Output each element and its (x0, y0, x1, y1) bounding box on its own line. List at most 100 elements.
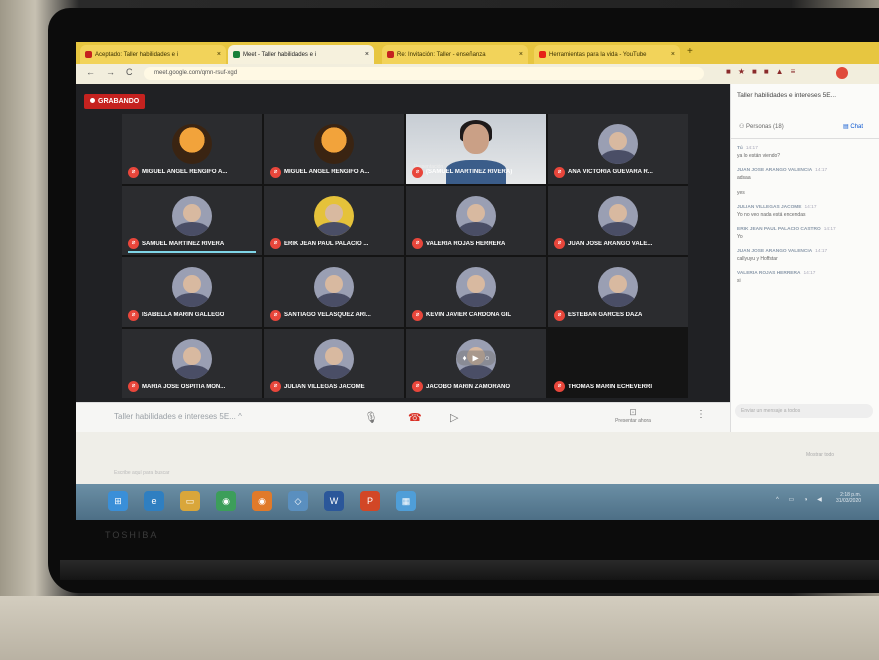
forward-button[interactable]: → (106, 67, 115, 77)
participant-tile[interactable]: ⌀ VALERIA ROJAS HERRERA (406, 185, 546, 255)
participant-avatar (172, 267, 212, 307)
remove-icon[interactable]: ○ (485, 353, 490, 362)
desk-surface (0, 596, 879, 660)
participant-avatar (598, 124, 638, 164)
taskbar-search[interactable]: Escribe aquí para buscar (114, 470, 170, 476)
close-icon[interactable]: × (217, 51, 221, 58)
participant-name-bar: ⌀ ANA VICTORIA GUEVARA R... (554, 166, 684, 178)
extension-icons[interactable]: ■★■■▲≡ (726, 67, 802, 76)
participant-tile[interactable]: ⌀ MIGUEL ANGEL RENGIFO A... (264, 114, 404, 184)
mic-off-icon: ⌀ (270, 381, 281, 392)
meeting-title[interactable]: Taller habilidades e intereses 5E... ^ (114, 412, 242, 421)
chrome-icon[interactable]: ◉ (216, 491, 236, 511)
tab-chat[interactable]: ▤ Chat (843, 123, 863, 130)
gmail-icon (85, 51, 92, 58)
word-icon[interactable]: W (324, 491, 344, 511)
more-options-button[interactable]: ⋮ (696, 409, 706, 420)
participant-tile[interactable]: ⌀ SANTIAGO VELASQUEZ ARI... (264, 257, 404, 327)
browser-tab[interactable]: Aceptado: Taller habilidades e i × (80, 45, 226, 64)
pin-icon[interactable]: ▶ (473, 353, 479, 362)
address-bar[interactable]: meet.google.com/qmn-rsuf-xgd (144, 67, 704, 80)
participant-name: MIGUEL ANGEL RENGIFO A... (284, 169, 370, 175)
system-tray-icons[interactable]: ^ ▭ ◑ ◀ (776, 496, 826, 503)
message-text: Yo no veo nada está encendas (737, 212, 806, 218)
participant-tile[interactable]: ⌀ THOMAS MARIN ECHEVERRI (548, 328, 688, 398)
start-icon[interactable]: ⊞ (108, 491, 128, 511)
back-button[interactable]: ← (86, 67, 95, 77)
powerpoint-icon[interactable]: P (360, 491, 380, 511)
new-tab-button[interactable]: + (687, 46, 693, 57)
panel-tabs: ⚇ Personas (18) ▤ Chat (731, 118, 879, 139)
mute-icon[interactable]: ♦ (462, 353, 466, 362)
participant-name: SAMUEL MARTINEZ RIVERA (142, 240, 225, 247)
participant-tile[interactable]: ⌀ ERIK JEAN PAUL PALACIO ... (264, 185, 404, 255)
mic-off-icon: ⌀ (128, 381, 139, 392)
mic-off-icon: ⌀ (270, 238, 281, 249)
browser-tab[interactable]: Re: Invitación: Taller - enseñanza × (382, 45, 528, 64)
windows-taskbar: ⊞ e ▭ ◉ ◉ ◇ W P ▦ ^ ▭ ◑ ◀ 2:18 p.m. 31/03/2020 (76, 484, 879, 520)
tab-people[interactable]: ⚇ Personas (18) (739, 123, 784, 130)
participant-name: KEVIN JAVIER CARDONA GIL (426, 312, 512, 318)
participant-tile[interactable]: ⌀ KEVIN JAVIER CARDONA GIL (406, 257, 546, 327)
participant-name: MARIA JOSE OSPITIA MON... (142, 383, 226, 390)
camera-button[interactable]: ▷ (450, 411, 458, 424)
participant-tile[interactable]: ⌀ ESTEBAN GARCES DAZA (548, 257, 688, 327)
tab-label: Meet - Taller habilidades e i (243, 51, 316, 58)
mic-off-icon: ⌀ (412, 238, 423, 249)
participant-tile[interactable]: ⌀ JUAN JOSE ARANGO VALE... (548, 185, 688, 255)
browser-tab-active[interactable]: Meet - Taller habilidades e i × (228, 45, 374, 64)
participant-tile[interactable]: Presentación ⌀ (SAMUEL MARTINEZ RIVERA) (406, 114, 546, 184)
present-now-button[interactable]: ⊡ Presentar ahora (608, 407, 658, 424)
participant-tile[interactable]: ⌀ ANA VICTORIA GUEVARA R... (548, 114, 688, 184)
message-sender: VALERIA ROJAS HERRERA 14:17 (737, 271, 816, 276)
mic-off-icon: ⌀ (128, 238, 139, 249)
chevron-up-icon[interactable]: ^ (238, 412, 242, 421)
close-icon[interactable]: × (365, 51, 369, 58)
recording-label: GRABANDO (98, 98, 140, 105)
participant-name-bar: ⌀ (SAMUEL MARTINEZ RIVERA) (412, 166, 542, 178)
meet-icon (233, 51, 240, 58)
close-icon[interactable]: × (519, 51, 523, 58)
participant-tile[interactable]: ⌀ MARIA JOSE OSPITIA MON... (122, 328, 262, 398)
photos-icon[interactable]: ▦ (396, 491, 416, 511)
participant-avatar (598, 267, 638, 307)
mic-off-icon: ⌀ (128, 309, 139, 321)
participant-avatar (314, 338, 354, 379)
participant-tile[interactable]: ⌀ ISABELLA MARIN GALLEGO (122, 257, 262, 327)
chat-message: VALERIA ROJAS HERRERA 14:17 si (737, 271, 875, 284)
participant-name: ISABELLA MARIN GALLEGO (142, 312, 225, 318)
chat-message: Tú 14:17 ya lo están viendo? (737, 146, 875, 159)
panel-title: Taller habilidades e intereses 5E... (737, 92, 837, 99)
edge-icon[interactable]: e (144, 491, 164, 511)
profile-avatar[interactable] (836, 67, 848, 79)
mic-off-icon: ⌀ (554, 309, 565, 321)
firefox-icon[interactable]: ◉ (252, 491, 272, 511)
participant-name: JUAN JOSE ARANGO VALE... (568, 240, 653, 247)
browser-tab[interactable]: Herramientas para la vida - YouTube × (534, 45, 680, 64)
message-text: callyuyu y Hoffstar (737, 256, 778, 262)
tile-hover-controls[interactable]: ♦ ▶ ○ (456, 350, 496, 366)
explorer-icon[interactable]: ▭ (180, 491, 200, 511)
reload-button[interactable]: C (126, 67, 133, 77)
taskbar-clock[interactable]: 2:18 p.m. 31/03/2020 (836, 492, 861, 504)
meet-stage: GRABANDO ⌀ MIGUEL ANGEL RENGIFO A... ⌀ MIGU… (76, 84, 730, 402)
notification-link[interactable]: Mostrar todo (806, 452, 834, 458)
message-text: ya lo están viendo? (737, 153, 781, 159)
participant-tile[interactable]: ⌀ MIGUEL ANGEL RENGIFO A... (122, 114, 262, 184)
participant-tile[interactable]: ⌀ JULIAN VILLEGAS JACOME (264, 328, 404, 398)
participant-avatar (172, 338, 212, 379)
participant-avatar (314, 195, 354, 236)
participant-tile[interactable]: ⌀ SAMUEL MARTINEZ RIVERA (122, 185, 262, 255)
participant-name: THOMAS MARIN ECHEVERRI (568, 383, 653, 390)
chat-panel: Taller habilidades e intereses 5E... ⚇ P… (730, 84, 879, 432)
chat-input[interactable]: Enviar un mensaje a todos (735, 404, 873, 418)
meet-controls-bar: Taller habilidades e intereses 5E... ^ 🎙… (76, 402, 730, 433)
close-icon[interactable]: × (671, 51, 675, 58)
desktop-area: Escribe aquí para buscar Mostrar todo (76, 432, 879, 484)
message-sender: JULIAN VILLEGAS JACOME 14:17 (737, 205, 817, 210)
participant-name-bar: ⌀ KEVIN JAVIER CARDONA GIL (412, 309, 542, 321)
hangup-button[interactable]: ☎ (408, 411, 422, 424)
participant-tile[interactable]: ♦ ▶ ○ ⌀ JACOBO MARIN ZAMORANO (406, 328, 546, 398)
app-icon[interactable]: ◇ (288, 491, 308, 511)
microphone-button[interactable]: 🎙 (364, 411, 378, 424)
